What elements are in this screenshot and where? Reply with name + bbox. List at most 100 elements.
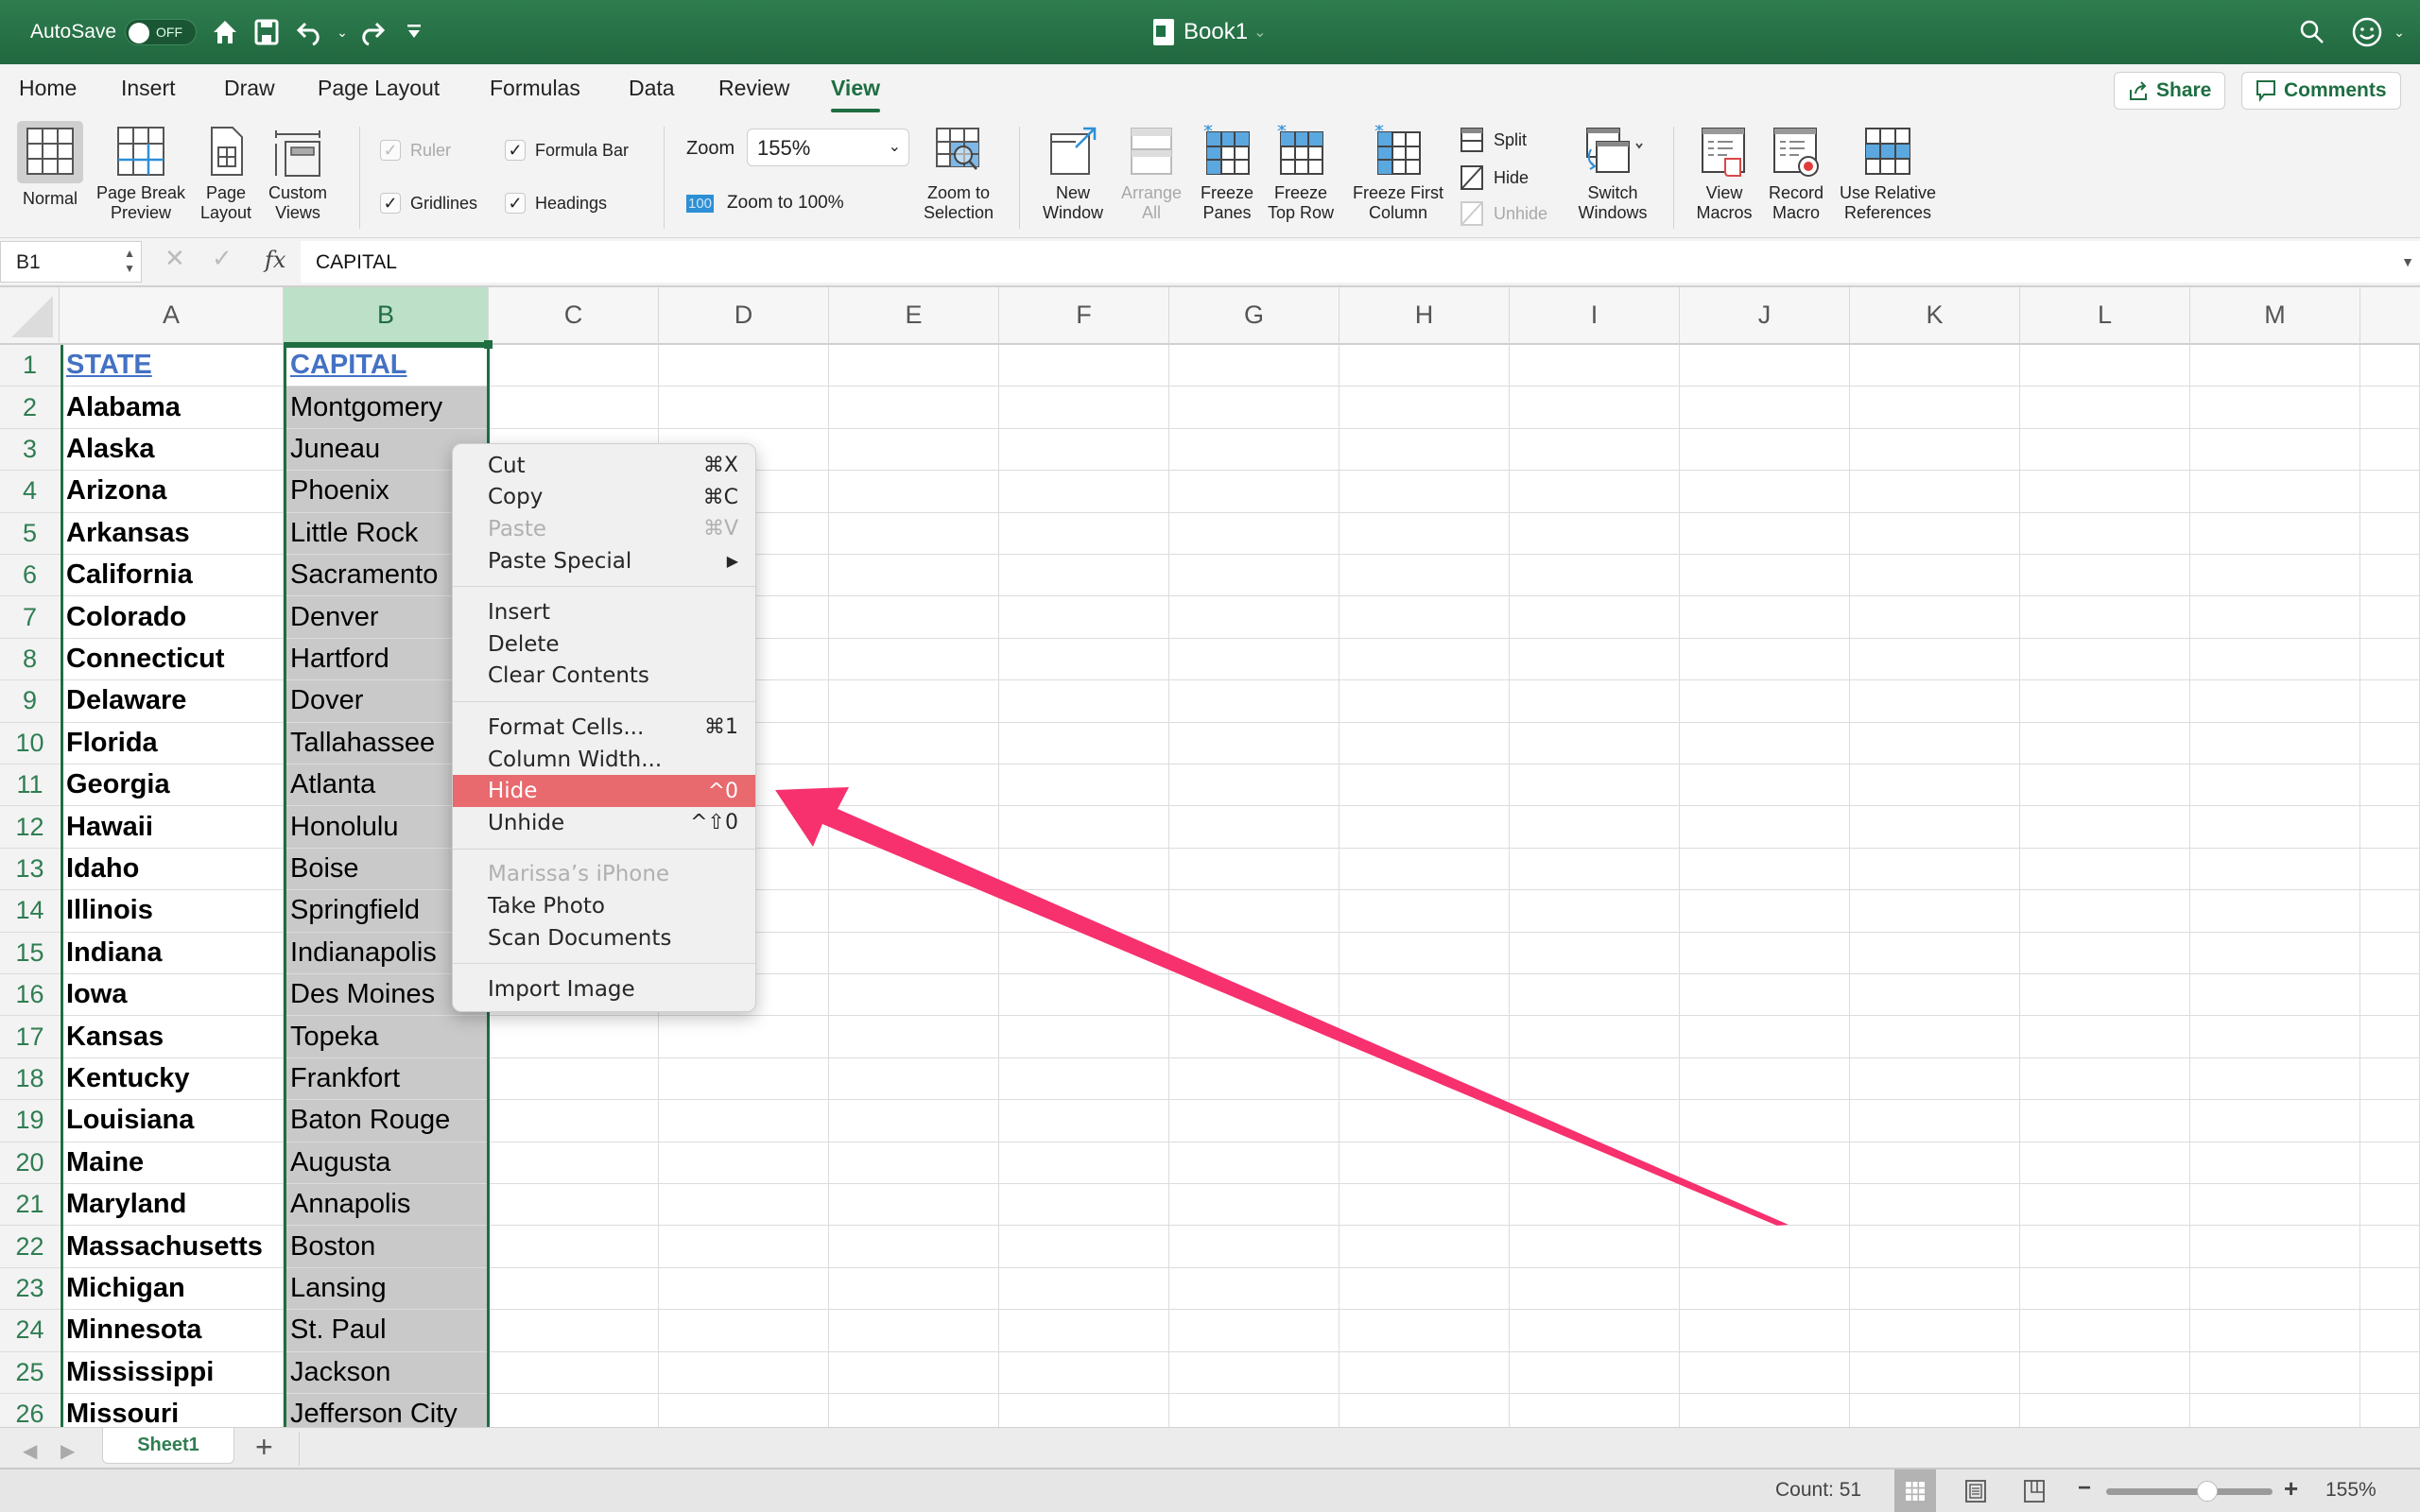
page-layout-view-button[interactable]: Page Layout [197, 125, 255, 223]
cell-state[interactable]: Delaware [60, 680, 284, 723]
column-header-e[interactable]: E [829, 287, 999, 345]
tab-review[interactable]: Review [718, 76, 789, 101]
row-header-3[interactable]: 3 [0, 428, 60, 472]
page-break-status-button[interactable] [2014, 1469, 2055, 1512]
zoom-out-button[interactable]: − [2078, 1475, 2091, 1502]
custom-views-button[interactable]: Custom Views [263, 125, 333, 223]
share-button[interactable]: Share [2114, 72, 2226, 110]
view-macros-button[interactable]: View Macros [1686, 125, 1762, 223]
cell-state[interactable]: Massachusetts [60, 1226, 284, 1268]
tab-insert[interactable]: Insert [121, 76, 176, 101]
redo-icon[interactable] [353, 13, 390, 51]
row-header-22[interactable]: 22 [0, 1226, 60, 1268]
column-header-g[interactable]: G [1169, 287, 1340, 345]
expand-formula-bar-icon[interactable]: ▼ [2401, 254, 2414, 269]
unhide-window-button[interactable]: Unhide [1460, 200, 1547, 227]
cell-state[interactable]: Louisiana [60, 1100, 284, 1143]
cell-state[interactable]: Idaho [60, 848, 284, 891]
row-header-5[interactable]: 5 [0, 512, 60, 555]
zoom-to-selection-button[interactable]: Zoom to Selection [913, 125, 1004, 223]
cell-capital[interactable]: Boston [284, 1226, 489, 1268]
zoom-select[interactable]: 155% ⌄ [747, 129, 909, 166]
tab-formulas[interactable]: Formulas [490, 76, 580, 101]
row-header-23[interactable]: 23 [0, 1267, 60, 1311]
tab-view[interactable]: View [831, 76, 880, 112]
cell-state[interactable]: Maryland [60, 1184, 284, 1227]
cell-state[interactable]: Michigan [60, 1267, 284, 1311]
cell-capital[interactable]: Jackson [284, 1351, 489, 1394]
cell-b1-capital-header[interactable]: CAPITAL [284, 345, 489, 387]
row-header-12[interactable]: 12 [0, 806, 60, 849]
select-all-corner[interactable] [0, 287, 60, 345]
previous-sheet-icon[interactable]: ◀ [23, 1439, 37, 1463]
normal-view-button[interactable]: Normal [13, 121, 87, 209]
formula-input[interactable]: CAPITAL ▼ [301, 241, 2420, 283]
row-header-16[interactable]: 16 [0, 974, 60, 1017]
arrange-all-button[interactable]: Arrange All [1114, 125, 1189, 223]
menu-item-unhide[interactable]: Unhide ^⇧0 [453, 807, 755, 839]
row-header-4[interactable]: 4 [0, 471, 60, 513]
cell-state[interactable]: Arizona [60, 471, 284, 513]
cell-state[interactable]: Mississippi [60, 1351, 284, 1394]
freeze-panes-button[interactable]: * Freeze Panes [1189, 120, 1265, 223]
next-sheet-icon[interactable]: ▶ [60, 1439, 75, 1463]
menu-item-cut[interactable]: Cut ⌘X [453, 450, 755, 482]
autosave-toggle[interactable]: OFF [125, 19, 197, 45]
menu-item-scan-documents[interactable]: Scan Documents [453, 922, 755, 954]
row-header-2[interactable]: 2 [0, 387, 60, 429]
column-header-k[interactable]: K [1850, 287, 2020, 345]
row-header-26[interactable]: 26 [0, 1394, 60, 1427]
menu-item-paste-special[interactable]: Paste Special ▶ [453, 545, 755, 577]
row-header-10[interactable]: 10 [0, 722, 60, 765]
zoom-to-100-button[interactable]: 100 Zoom to 100% [686, 193, 844, 214]
home-icon[interactable] [206, 13, 244, 51]
ruler-checkbox[interactable]: ✓ Ruler [380, 140, 451, 161]
row-header-24[interactable]: 24 [0, 1310, 60, 1352]
name-box-stepper-icon[interactable]: ▲ ▼ [124, 246, 135, 276]
cell-capital[interactable]: Augusta [284, 1142, 489, 1184]
menu-item-column-width[interactable]: Column Width... [453, 744, 755, 776]
tab-data[interactable]: Data [629, 76, 675, 101]
column-header-j[interactable]: J [1680, 287, 1850, 345]
column-header-c[interactable]: C [489, 287, 659, 345]
row-header-19[interactable]: 19 [0, 1100, 60, 1143]
cell-capital[interactable]: St. Paul [284, 1310, 489, 1352]
row-header-25[interactable]: 25 [0, 1351, 60, 1394]
cell-state[interactable]: Alabama [60, 387, 284, 429]
name-box[interactable]: B1 ▲ ▼ [0, 241, 142, 283]
zoom-in-button[interactable]: + [2284, 1474, 2298, 1503]
cell-state[interactable]: California [60, 555, 284, 597]
cell-state[interactable]: Connecticut [60, 638, 284, 681]
cell-state[interactable]: Kentucky [60, 1057, 284, 1101]
enter-icon[interactable]: ✓ [212, 244, 233, 273]
cell-state[interactable]: Colorado [60, 596, 284, 639]
freeze-top-row-button[interactable]: * Freeze Top Row [1263, 120, 1339, 223]
search-icon[interactable] [2293, 13, 2331, 51]
switch-windows-button[interactable]: Switch Windows [1565, 125, 1660, 223]
document-title[interactable]: Book1 ⌄ [1153, 0, 1266, 64]
cell-state[interactable]: Maine [60, 1142, 284, 1184]
menu-item-import-image[interactable]: Import Image [453, 973, 755, 1005]
cell-state[interactable]: Minnesota [60, 1310, 284, 1352]
record-macro-button[interactable]: Record Macro [1758, 125, 1834, 223]
cell-state[interactable]: Florida [60, 722, 284, 765]
add-sheet-button[interactable]: + [255, 1430, 273, 1465]
new-window-button[interactable]: New Window [1034, 125, 1112, 223]
cell-capital[interactable]: Baton Rouge [284, 1100, 489, 1143]
row-header-17[interactable]: 17 [0, 1016, 60, 1058]
row-header-11[interactable]: 11 [0, 765, 60, 807]
column-header-l[interactable]: L [2020, 287, 2190, 345]
formula-bar-checkbox[interactable]: ✓ Formula Bar [505, 140, 629, 161]
menu-item-take-photo[interactable]: Take Photo [453, 890, 755, 922]
menu-item-format-cells[interactable]: Format Cells... ⌘1 [453, 712, 755, 744]
row-header-20[interactable]: 20 [0, 1142, 60, 1184]
column-header-m[interactable]: M [2190, 287, 2360, 345]
customize-toolbar-icon[interactable] [395, 13, 433, 51]
row-header-15[interactable]: 15 [0, 932, 60, 974]
cell-capital[interactable]: Jefferson City [284, 1394, 489, 1427]
row-header-21[interactable]: 21 [0, 1184, 60, 1227]
worksheet-grid[interactable]: A B C D E F G H I J K L M 1 STATE CAPITAL 2 Alabama Montgo… [0, 287, 2420, 1427]
menu-item-copy[interactable]: Copy ⌘C [453, 482, 755, 514]
tab-home[interactable]: Home [19, 76, 77, 101]
cell-capital[interactable]: Frankfort [284, 1057, 489, 1101]
